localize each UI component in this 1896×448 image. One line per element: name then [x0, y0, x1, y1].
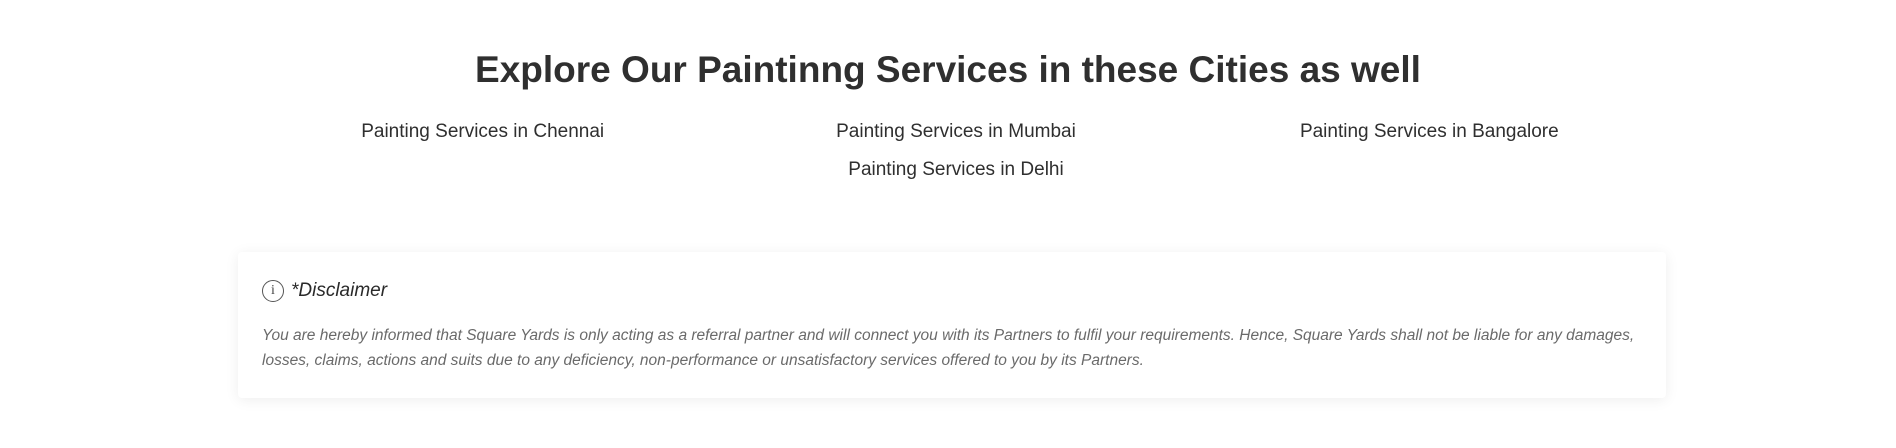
- city-link-chennai[interactable]: Painting Services in Chennai: [246, 119, 719, 145]
- city-link-delhi[interactable]: Painting Services in Delhi: [719, 157, 1192, 183]
- city-links-grid: Painting Services in Chennai Painting Se…: [246, 119, 1666, 183]
- disclaimer-card: i *Disclaimer You are hereby informed th…: [238, 252, 1666, 398]
- city-link-bangalore[interactable]: Painting Services in Bangalore: [1193, 119, 1666, 145]
- info-icon: i: [262, 280, 284, 302]
- disclaimer-text: You are hereby informed that Square Yard…: [262, 327, 1635, 369]
- section-heading: Explore Our Paintinng Services in these …: [475, 49, 1421, 90]
- disclaimer-header: i *Disclaimer: [262, 278, 1642, 304]
- city-link-mumbai[interactable]: Painting Services in Mumbai: [719, 119, 1192, 145]
- disclaimer-title: *Disclaimer: [291, 280, 388, 301]
